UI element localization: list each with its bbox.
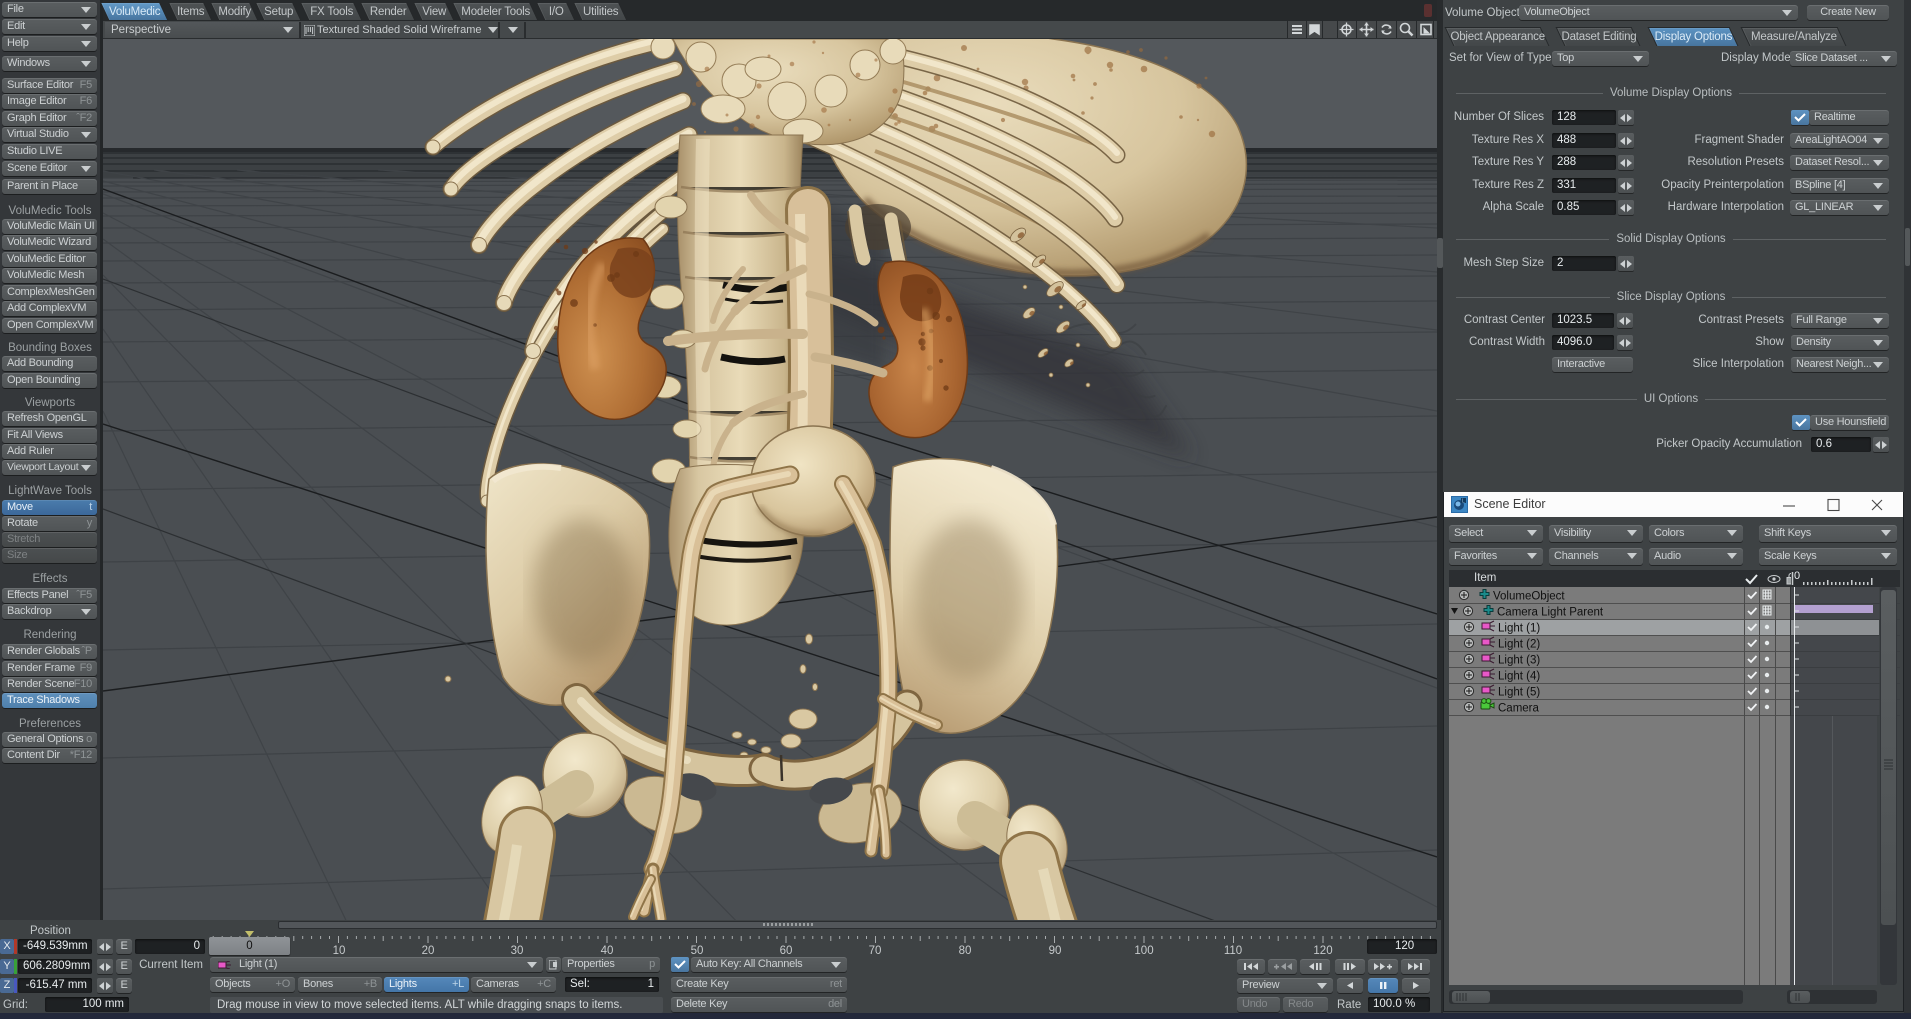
svg-text:90: 90 — [1049, 945, 1062, 957]
svg-text:20: 20 — [422, 945, 435, 957]
svg-text:40: 40 — [601, 945, 614, 957]
svg-text:Camera Light Parent: Camera Light Parent — [1497, 607, 1604, 619]
svg-text:70: 70 — [869, 945, 882, 957]
svg-text:30: 30 — [511, 945, 524, 957]
svg-text:L: L — [1462, 499, 1465, 505]
svg-text:Light (3): Light (3) — [1498, 655, 1540, 667]
svg-text:Light (4): Light (4) — [1498, 671, 1540, 683]
svg-text:80: 80 — [959, 945, 972, 957]
svg-text:Camera: Camera — [1498, 703, 1540, 715]
svg-text:60: 60 — [780, 945, 793, 957]
svg-text:100: 100 — [1134, 945, 1153, 957]
svg-text:110: 110 — [1224, 945, 1242, 957]
svg-text:Light (2): Light (2) — [1498, 639, 1540, 651]
svg-text:10: 10 — [333, 945, 346, 957]
svg-text:VolumeObject: VolumeObject — [1493, 591, 1565, 603]
svg-text:Light (5): Light (5) — [1498, 687, 1540, 699]
svg-text:50: 50 — [691, 945, 704, 957]
svg-text:120: 120 — [1313, 945, 1332, 957]
svg-text:Light (1): Light (1) — [1498, 623, 1540, 635]
